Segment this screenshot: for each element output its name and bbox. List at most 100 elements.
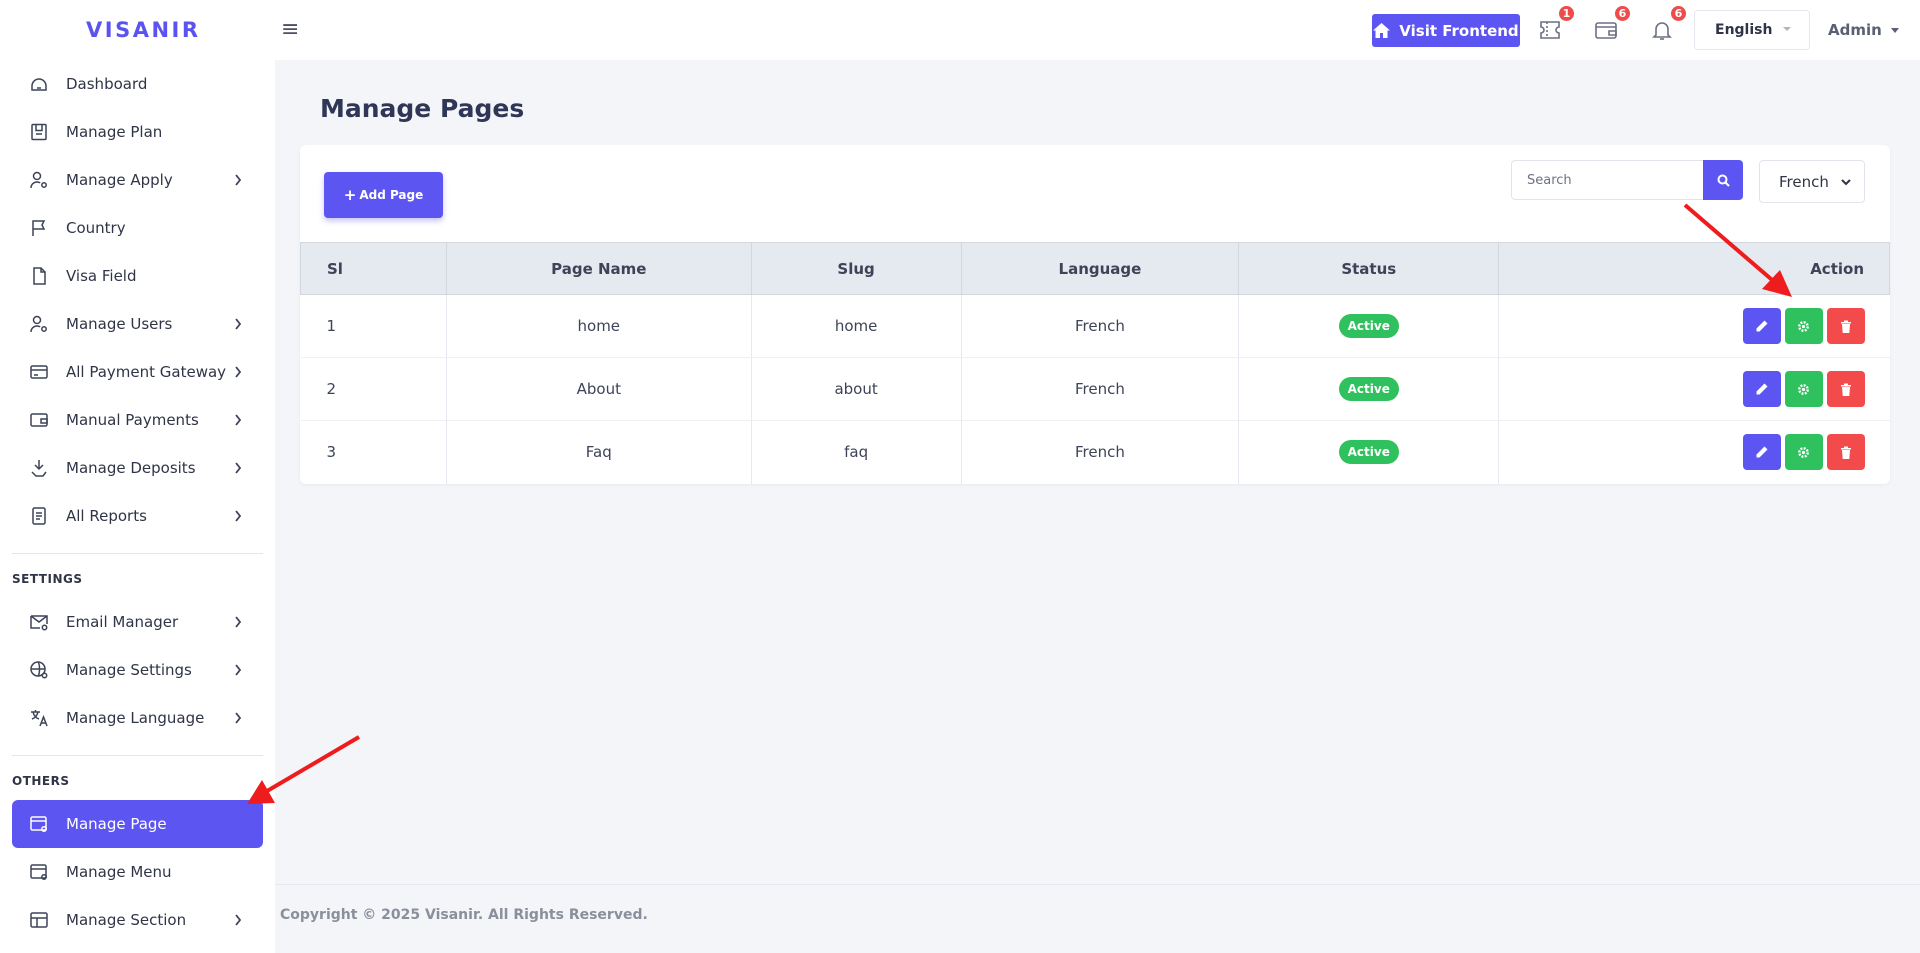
language-filter-select[interactable]: French xyxy=(1759,160,1865,203)
cell-slug: about xyxy=(751,357,962,421)
search-icon xyxy=(1717,174,1730,187)
credit-card-icon xyxy=(26,359,52,385)
menu-gear-icon xyxy=(26,859,52,885)
sidebar-item-manual-payments[interactable]: Manual Payments xyxy=(12,396,263,444)
sidebar-item-label: Manage Deposits xyxy=(66,459,196,477)
sidebar-item-label: Manage Menu xyxy=(66,863,172,881)
sidebar-others-nav: Manage Page Manage Menu Manage Section xyxy=(0,800,275,944)
table-row: 1 home home French Active xyxy=(300,294,1890,358)
sidebar-item-visa-field[interactable]: Visa Field xyxy=(12,252,263,300)
sidebar-item-email-manager[interactable]: Email Manager xyxy=(12,598,263,646)
deposit-icon xyxy=(26,455,52,481)
cell-sl: 2 xyxy=(300,357,447,421)
column-header-action: Action xyxy=(1498,242,1890,295)
sidebar-item-label: Email Manager xyxy=(66,613,179,631)
sidebar-main-nav: Dashboard Manage Plan Manage Apply Count… xyxy=(0,60,275,540)
column-header-page-name: Page Name xyxy=(445,242,752,295)
gear-icon xyxy=(1798,383,1809,395)
sidebar-section-others: OTHERS xyxy=(12,774,70,788)
sidebar-item-manage-menu[interactable]: Manage Menu xyxy=(12,848,263,896)
hamburger-icon[interactable]: ≡ xyxy=(281,18,305,42)
language-select[interactable]: English xyxy=(1694,10,1810,50)
sidebar-item-manage-section[interactable]: Manage Section xyxy=(12,896,263,944)
user-gear-icon xyxy=(26,167,52,193)
column-header-language: Language xyxy=(960,242,1240,295)
add-page-button[interactable]: + Add Page xyxy=(324,172,443,218)
notification-badge: 6 xyxy=(1669,4,1688,23)
sidebar-item-label: All Payment Gateway xyxy=(66,363,227,381)
sidebar-item-label: Manual Payments xyxy=(66,411,199,429)
sidebar-item-label: Country xyxy=(66,219,126,237)
chevron-right-icon xyxy=(231,711,245,725)
sidebar-item-manage-page[interactable]: Manage Page xyxy=(12,800,263,848)
sidebar-settings-nav: Email Manager Manage Settings Manage Lan… xyxy=(0,598,275,742)
sidebar-item-label: Manage Apply xyxy=(66,171,173,189)
settings-button[interactable] xyxy=(1784,371,1823,407)
edit-button[interactable] xyxy=(1742,308,1781,344)
sidebar-divider xyxy=(12,553,263,554)
cell-status: Active xyxy=(1238,357,1500,421)
sidebar-item-manage-apply[interactable]: Manage Apply xyxy=(12,156,263,204)
language-select-value: English xyxy=(1715,22,1773,38)
ticket-badge: 1 xyxy=(1557,4,1576,23)
sidebar-item-label: All Reports xyxy=(66,507,147,525)
users-gear-icon xyxy=(26,311,52,337)
page-title: Manage Pages xyxy=(320,94,525,123)
cell-status: Active xyxy=(1238,420,1500,484)
sidebar-item-label: Manage Language xyxy=(66,709,205,727)
visit-frontend-button[interactable]: Visit Frontend xyxy=(1372,14,1520,47)
cell-actions xyxy=(1499,421,1890,484)
column-header-slug: Slug xyxy=(750,242,962,295)
sidebar-item-label: Manage Users xyxy=(66,315,173,333)
sidebar-item-dashboard[interactable]: Dashboard xyxy=(12,60,263,108)
settings-button[interactable] xyxy=(1784,434,1823,471)
chevron-right-icon xyxy=(231,317,245,331)
brand-logo[interactable]: VISANIR xyxy=(0,0,275,60)
sidebar-item-label: Dashboard xyxy=(66,75,148,93)
search-input[interactable] xyxy=(1511,160,1703,200)
sidebar-item-label: Manage Page xyxy=(66,815,167,833)
sidebar-item-manage-settings[interactable]: Manage Settings xyxy=(12,646,263,694)
delete-button[interactable] xyxy=(1826,308,1865,344)
sidebar-item-manage-language[interactable]: Manage Language xyxy=(12,694,263,742)
sidebar-item-country[interactable]: Country xyxy=(12,204,263,252)
globe-gear-icon xyxy=(26,657,52,683)
search-box xyxy=(1511,160,1743,200)
delete-button[interactable] xyxy=(1826,434,1865,471)
bell-icon[interactable]: 6 xyxy=(1648,4,1688,44)
edit-button[interactable] xyxy=(1742,434,1781,471)
pencil-icon xyxy=(1756,446,1768,458)
sidebar-item-manage-deposits[interactable]: Manage Deposits xyxy=(12,444,263,492)
ticket-icon[interactable]: 1 xyxy=(1536,4,1576,44)
sidebar-item-payment-gateway[interactable]: All Payment Gateway xyxy=(12,348,263,396)
pencil-icon xyxy=(1756,320,1768,331)
admin-name: Admin xyxy=(1828,21,1882,39)
report-icon xyxy=(26,503,52,529)
sidebar-section-settings: SETTINGS xyxy=(12,572,83,586)
table-row: 2 About about French Active xyxy=(300,357,1890,421)
edit-button[interactable] xyxy=(1742,371,1781,407)
chevron-right-icon xyxy=(231,615,245,629)
cell-slug: faq xyxy=(751,420,962,484)
wallet-icon[interactable]: 6 xyxy=(1592,4,1632,44)
sidebar-item-all-reports[interactable]: All Reports xyxy=(12,492,263,540)
cell-actions xyxy=(1498,294,1890,358)
search-button[interactable] xyxy=(1703,160,1743,200)
chevron-right-icon xyxy=(231,461,245,475)
sidebar-item-manage-plan[interactable]: Manage Plan xyxy=(12,108,263,156)
sidebar-item-manage-users[interactable]: Manage Users xyxy=(12,300,263,348)
status-badge: Active xyxy=(1338,440,1399,465)
footer-copyright: Copyright © 2025 Visanir. All Rights Res… xyxy=(280,907,648,923)
plus-icon: + xyxy=(343,186,357,204)
wallet-icon xyxy=(26,407,52,433)
sidebar-item-label: Visa Field xyxy=(66,267,137,285)
delete-button[interactable] xyxy=(1826,371,1865,407)
gear-icon xyxy=(1798,320,1809,332)
sidebar: VISANIR Dashboard Manage Plan Manage App… xyxy=(0,0,275,953)
settings-button[interactable] xyxy=(1784,308,1823,344)
table-header-row: Sl Page Name Slug Language Status Action xyxy=(300,242,1890,295)
cell-status: Active xyxy=(1238,294,1500,358)
status-badge: Active xyxy=(1338,377,1399,401)
admin-menu[interactable]: Admin xyxy=(1828,21,1899,39)
topbar: ≡ Visit Frontend 1 6 6 English Admin xyxy=(275,0,1920,60)
